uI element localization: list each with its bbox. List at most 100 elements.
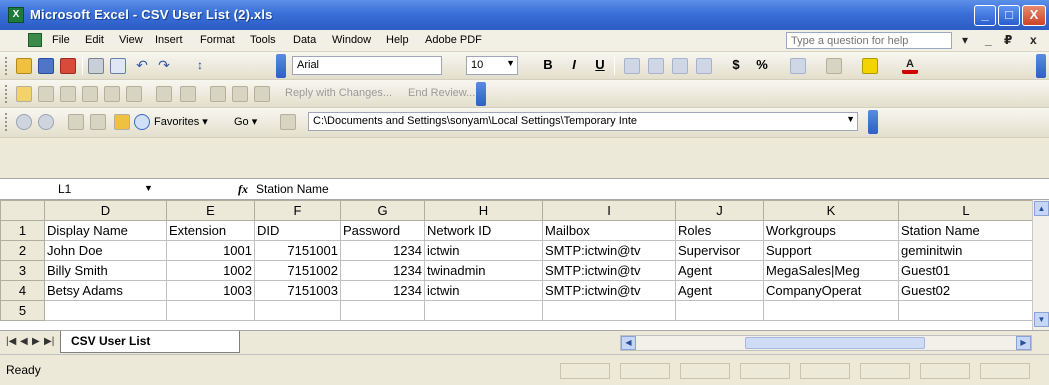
reviewing-pane-icon[interactable]	[180, 86, 196, 102]
horizontal-scrollbar[interactable]: ◀ ▶	[620, 335, 1032, 351]
cell[interactable]: 1234	[340, 280, 425, 301]
column-header[interactable]: L	[898, 200, 1034, 221]
close-button[interactable]: X	[1022, 5, 1046, 26]
scroll-right-icon[interactable]: ▶	[1016, 336, 1031, 350]
menu-window[interactable]: Window	[332, 34, 371, 46]
name-box[interactable]: L1 ▼	[2, 180, 162, 198]
first-sheet-button[interactable]: |◀	[6, 336, 16, 347]
cell[interactable]: SMTP:ictwin@tv	[542, 280, 676, 301]
show-all-comments-icon[interactable]	[104, 86, 120, 102]
home-icon[interactable]	[114, 114, 130, 130]
scroll-down-icon[interactable]: ▼	[1034, 312, 1049, 327]
cell[interactable]: 1234	[340, 240, 425, 261]
column-header[interactable]: D	[44, 200, 167, 221]
cell[interactable]	[44, 300, 167, 321]
doc-restore-button[interactable]: ₽	[1004, 33, 1012, 47]
permission-icon[interactable]	[60, 58, 76, 74]
cell[interactable]: Guest01	[898, 260, 1034, 281]
row-header[interactable]: 5	[0, 300, 45, 321]
print-preview-icon[interactable]	[110, 58, 126, 74]
cell[interactable]: Agent	[675, 280, 764, 301]
scroll-left-icon[interactable]: ◀	[621, 336, 636, 350]
cell[interactable]: Password	[340, 220, 425, 241]
cell[interactable]	[166, 300, 255, 321]
doc-close-button[interactable]: x	[1030, 33, 1037, 47]
cell[interactable]: 7151003	[254, 280, 341, 301]
next-sheet-button[interactable]: ▶	[32, 336, 40, 347]
vertical-scrollbar[interactable]: ▲ ▼	[1032, 200, 1049, 330]
cell[interactable]	[254, 300, 341, 321]
show-comment-icon[interactable]	[82, 86, 98, 102]
sort-ascending-icon[interactable]: ↕	[192, 58, 208, 74]
italic-button[interactable]: I	[566, 57, 582, 72]
workbook-icon[interactable]	[28, 33, 42, 47]
toolbar-grip[interactable]	[5, 113, 8, 131]
address-bar[interactable]: C:\Documents and Settings\sonyam\Local S…	[308, 112, 858, 131]
cell[interactable]	[675, 300, 764, 321]
cell[interactable]: 7151002	[254, 260, 341, 281]
ink-annotations-icon[interactable]	[254, 86, 270, 102]
cell[interactable]: Display Name	[44, 220, 167, 241]
delete-comment-icon[interactable]	[126, 86, 142, 102]
toolbar-options-chevron[interactable]	[1036, 54, 1046, 78]
cell[interactable]: ictwin	[424, 280, 543, 301]
cell[interactable]: Guest02	[898, 280, 1034, 301]
cell[interactable]: Support	[763, 240, 899, 261]
minimize-button[interactable]: _	[974, 5, 996, 26]
column-header[interactable]: K	[763, 200, 899, 221]
cell[interactable]: MegaSales|Meg	[763, 260, 899, 281]
column-header[interactable]: H	[424, 200, 543, 221]
column-header[interactable]: I	[542, 200, 676, 221]
end-review-button[interactable]: End Review...	[408, 87, 475, 99]
fill-color-icon[interactable]	[862, 58, 878, 74]
cell[interactable]: Workgroups	[763, 220, 899, 241]
stop-icon[interactable]	[68, 114, 84, 130]
last-sheet-button[interactable]: ▶|	[44, 336, 54, 347]
selected-cell[interactable]: Station Name	[898, 220, 1034, 241]
track-changes-icon[interactable]	[156, 86, 172, 102]
chevron-down-icon[interactable]: ▼	[846, 114, 855, 124]
bold-button[interactable]: B	[540, 57, 556, 72]
merge-center-icon[interactable]	[696, 58, 712, 74]
cell[interactable]: SMTP:ictwin@tv	[542, 240, 676, 261]
fx-icon[interactable]: fx	[238, 182, 248, 197]
menu-tools[interactable]: Tools	[250, 34, 276, 46]
menu-adobe-pdf[interactable]: Adobe PDF	[425, 34, 482, 46]
help-dropdown-icon[interactable]: ▾	[962, 33, 968, 47]
font-size-select[interactable]: 10 ▼	[466, 56, 518, 75]
menu-insert[interactable]: Insert	[155, 34, 183, 46]
align-center-icon[interactable]	[648, 58, 664, 74]
cell[interactable]: SMTP:ictwin@tv	[542, 260, 676, 281]
percent-button[interactable]: %	[754, 57, 770, 72]
borders-icon[interactable]	[826, 58, 842, 74]
cell[interactable]: Supervisor	[675, 240, 764, 261]
column-header[interactable]: G	[340, 200, 425, 221]
font-color-icon[interactable]: A	[902, 58, 918, 74]
send-mail-icon[interactable]	[210, 86, 226, 102]
forward-icon[interactable]	[38, 114, 54, 130]
favorites-menu[interactable]: Favorites ▾	[154, 115, 208, 128]
cell[interactable]: Roles	[675, 220, 764, 241]
cell[interactable]: ictwin	[424, 240, 543, 261]
go-menu[interactable]: Go ▾	[234, 115, 257, 128]
cell[interactable]: John Doe	[44, 240, 167, 261]
cell[interactable]: 1001	[166, 240, 255, 261]
corner-select-all[interactable]	[0, 200, 45, 221]
menu-format[interactable]: Format	[200, 34, 235, 46]
next-comment-icon[interactable]	[60, 86, 76, 102]
column-header[interactable]: E	[166, 200, 255, 221]
menu-edit[interactable]: Edit	[85, 34, 104, 46]
column-header[interactable]: F	[254, 200, 341, 221]
cell[interactable]	[542, 300, 676, 321]
cell[interactable]: Extension	[166, 220, 255, 241]
new-comment-icon[interactable]	[16, 86, 32, 102]
toolbar-grip[interactable]	[5, 85, 8, 103]
doc-minimize-button[interactable]: _	[985, 33, 992, 47]
cell[interactable]	[340, 300, 425, 321]
cell[interactable]: 7151001	[254, 240, 341, 261]
redo-icon[interactable]: ↷	[156, 58, 172, 74]
currency-button[interactable]: $	[728, 57, 744, 72]
cell[interactable]	[424, 300, 543, 321]
align-left-icon[interactable]	[624, 58, 640, 74]
cell[interactable]: Betsy Adams	[44, 280, 167, 301]
